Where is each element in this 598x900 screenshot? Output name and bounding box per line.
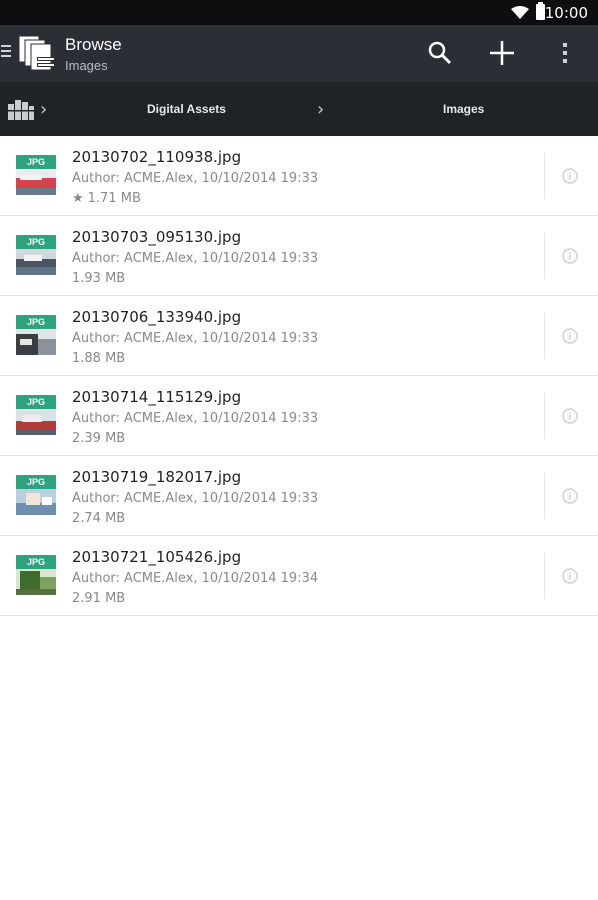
file-author: Author: ACME.Alex, 10/10/2014 19:33 <box>72 171 319 186</box>
image-thumbnail <box>16 249 56 275</box>
list-item[interactable]: JPG 20130706_133940.jpg Author: ACME.Ale… <box>0 296 598 376</box>
file-author: Author: ACME.Alex, 10/10/2014 19:33 <box>72 411 319 426</box>
info-icon[interactable] <box>562 328 578 344</box>
file-thumbnail: JPG <box>16 235 56 275</box>
breadcrumb-item-images[interactable]: Images <box>443 102 484 116</box>
page-subtitle: Images <box>65 58 108 73</box>
status-time: 10:00 <box>544 4 588 22</box>
add-icon[interactable] <box>484 35 520 71</box>
image-thumbnail <box>16 329 56 355</box>
breadcrumb-separator-icon: › <box>317 99 325 120</box>
divider <box>544 153 545 199</box>
file-size-line: ★ 1.71 MB <box>72 191 141 206</box>
file-list: JPG 20130702_110938.jpg Author: ACME.Ale… <box>0 136 598 616</box>
file-size: 1.88 MB <box>72 351 126 366</box>
star-icon: ★ <box>72 191 84 206</box>
file-name: 20130706_133940.jpg <box>72 308 242 326</box>
file-name: 20130714_115129.jpg <box>72 388 242 406</box>
divider <box>544 553 545 599</box>
divider <box>544 233 545 279</box>
image-thumbnail <box>16 169 56 195</box>
file-type-badge: JPG <box>16 315 56 329</box>
battery-icon <box>536 2 545 20</box>
info-icon[interactable] <box>562 568 578 584</box>
divider <box>544 473 545 519</box>
file-size: 2.39 MB <box>72 431 126 446</box>
app-bar: Browse Images <box>0 25 598 82</box>
list-item[interactable]: JPG 20130702_110938.jpg Author: ACME.Ale… <box>0 136 598 216</box>
list-item[interactable]: JPG 20130714_115129.jpg Author: ACME.Ale… <box>0 376 598 456</box>
menu-icon[interactable] <box>1 45 11 58</box>
image-thumbnail <box>16 409 56 435</box>
info-icon[interactable] <box>562 488 578 504</box>
info-icon[interactable] <box>562 168 578 184</box>
search-icon[interactable] <box>422 35 458 71</box>
file-author: Author: ACME.Alex, 10/10/2014 19:33 <box>72 491 319 506</box>
info-icon[interactable] <box>562 408 578 424</box>
list-item[interactable]: JPG 20130721_105426.jpg Author: ACME.Ale… <box>0 536 598 616</box>
file-name: 20130702_110938.jpg <box>72 148 242 166</box>
file-type-badge: JPG <box>16 395 56 409</box>
image-thumbnail <box>16 489 56 515</box>
image-thumbnail <box>16 569 56 595</box>
file-author: Author: ACME.Alex, 10/10/2014 19:33 <box>72 331 319 346</box>
file-name: 20130719_182017.jpg <box>72 468 242 486</box>
library-icon[interactable] <box>8 98 34 120</box>
breadcrumb-item-digital-assets[interactable]: Digital Assets <box>147 102 226 116</box>
page-title: Browse <box>65 35 122 54</box>
file-thumbnail: JPG <box>16 315 56 355</box>
app-logo-icon[interactable] <box>17 33 57 73</box>
file-author: Author: ACME.Alex, 10/10/2014 19:33 <box>72 251 319 266</box>
status-bar: 10:00 <box>0 0 598 25</box>
file-thumbnail: JPG <box>16 395 56 435</box>
wifi-icon <box>511 6 529 19</box>
list-item[interactable]: JPG 20130719_182017.jpg Author: ACME.Ale… <box>0 456 598 536</box>
file-type-badge: JPG <box>16 555 56 569</box>
breadcrumb-separator-icon: › <box>40 99 48 120</box>
file-type-badge: JPG <box>16 475 56 489</box>
list-item[interactable]: JPG 20130703_095130.jpg Author: ACME.Ale… <box>0 216 598 296</box>
file-size: 2.91 MB <box>72 591 126 606</box>
file-type-badge: JPG <box>16 235 56 249</box>
file-size: 1.71 MB <box>87 191 141 206</box>
file-thumbnail: JPG <box>16 155 56 195</box>
file-name: 20130703_095130.jpg <box>72 228 242 246</box>
divider <box>544 393 545 439</box>
divider <box>544 313 545 359</box>
file-size: 1.93 MB <box>72 271 126 286</box>
file-type-badge: JPG <box>16 155 56 169</box>
file-name: 20130721_105426.jpg <box>72 548 242 566</box>
file-thumbnail: JPG <box>16 555 56 595</box>
file-author: Author: ACME.Alex, 10/10/2014 19:34 <box>72 571 319 586</box>
overflow-menu-icon[interactable] <box>548 35 584 71</box>
breadcrumb: › Digital Assets › Images <box>0 82 598 136</box>
file-size: 2.74 MB <box>72 511 126 526</box>
file-thumbnail: JPG <box>16 475 56 515</box>
info-icon[interactable] <box>562 248 578 264</box>
